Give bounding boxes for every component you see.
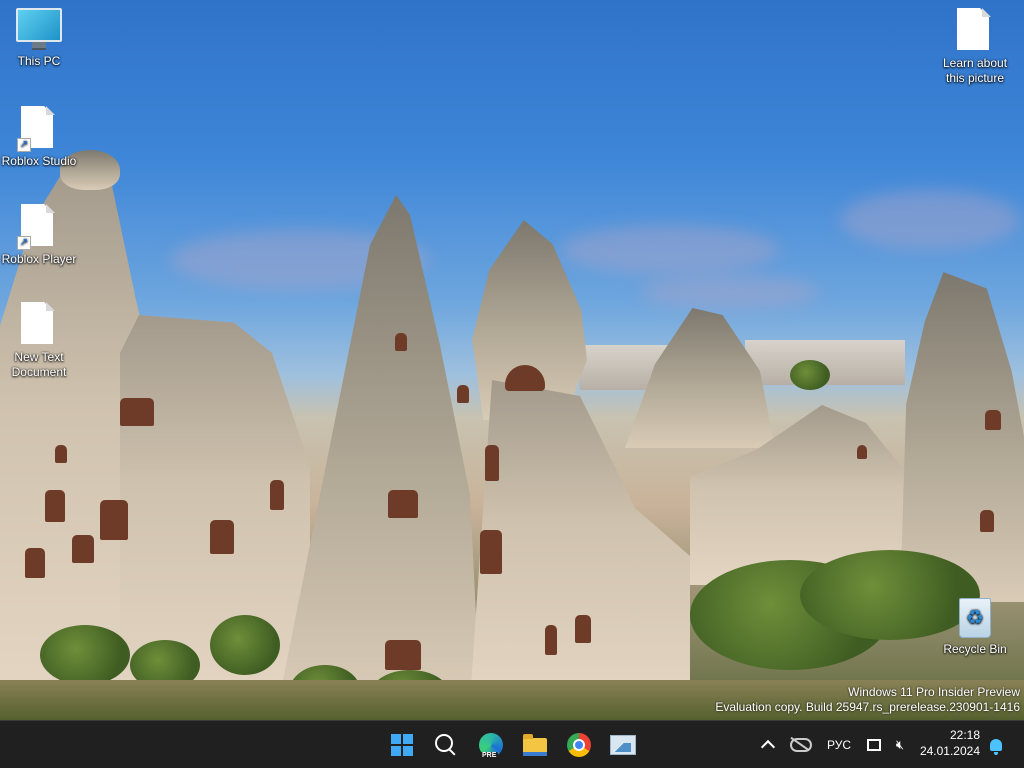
search-icon [435, 734, 453, 752]
show-hidden-icons-button[interactable] [758, 721, 778, 769]
wallpaper-cave-window [270, 480, 284, 510]
wallpaper-cave-window [985, 410, 1001, 430]
shortcut-arrow-icon: ↗ [17, 138, 31, 152]
desktop-icon-learn-about-picture[interactable]: Learn about this picture [936, 8, 1014, 86]
clock-time: 22:18 [949, 728, 980, 742]
wallpaper-cave-window [545, 625, 557, 655]
desktop-icon-label: This PC [17, 54, 61, 68]
wallpaper-cave-window [480, 530, 502, 574]
language-indicator: РУС [826, 738, 852, 752]
input-language-button[interactable]: РУС [822, 721, 856, 769]
taskbar-app-photos[interactable] [607, 729, 639, 761]
watermark-line-1: Windows 11 Pro Insider Preview [848, 685, 1020, 699]
wallpaper-cave-window [388, 490, 418, 518]
wallpaper-cave-window [72, 535, 94, 563]
chrome-icon [567, 733, 591, 757]
wallpaper-cave-window [120, 398, 154, 426]
onedrive-tray-button[interactable] [788, 721, 814, 769]
text-file-icon [21, 302, 57, 346]
photos-icon [610, 735, 636, 755]
desktop-icon-roblox-studio[interactable]: ↗ Roblox Studio [0, 106, 78, 169]
wallpaper-cave-window [485, 445, 499, 481]
desktop-icon-label: Learn about this picture [942, 56, 1008, 85]
volume-muted-icon: 🔇︎ [895, 737, 905, 753]
edge-icon: PRE [479, 733, 503, 760]
desktop-icon-this-pc[interactable]: This PC [0, 8, 78, 69]
clock-button[interactable]: 22:18 24.01.2024 [920, 727, 980, 759]
wallpaper-vegetation [210, 615, 280, 675]
desktop-icon-new-text-document[interactable]: New Text Document [0, 302, 78, 380]
wallpaper-cloud [640, 275, 820, 310]
taskbar: PRE РУС 🔇︎ 22:18 24.01.2024 [0, 720, 1024, 768]
computer-icon [16, 8, 62, 42]
volume-tray-button[interactable]: 🔇︎ [890, 721, 910, 769]
evaluation-watermark: Windows 11 Pro Insider Preview Evaluatio… [715, 685, 1020, 715]
wallpaper-cloud [840, 190, 1020, 250]
file-shortcut-icon: ↗ [17, 106, 57, 152]
notifications-button[interactable] [986, 721, 1006, 769]
file-icon [957, 8, 993, 52]
desktop-icon-label: Roblox Player [1, 252, 77, 266]
wallpaper-cave-window [210, 520, 234, 554]
wallpaper-cave-window [55, 445, 67, 463]
bell-icon [990, 739, 1002, 755]
edge-pre-badge: PRE [480, 752, 499, 760]
recycle-bin-icon: ♻ [959, 598, 991, 638]
wallpaper-cave-window [25, 548, 45, 578]
taskbar-app-chrome[interactable] [563, 729, 595, 761]
wallpaper-cave-window [385, 640, 421, 670]
taskbar-app-file-explorer[interactable] [519, 729, 551, 761]
wallpaper-cave-window [575, 615, 591, 643]
cloud-off-icon [790, 738, 812, 752]
desktop-icon-recycle-bin[interactable]: ♻ Recycle Bin [936, 598, 1014, 657]
wallpaper-vegetation [790, 360, 830, 390]
watermark-line-2: Evaluation copy. Build 25947.rs_prerelea… [715, 700, 1020, 714]
wallpaper-cave-window [45, 490, 65, 522]
chevron-up-icon [760, 739, 776, 755]
clock-date: 24.01.2024 [919, 744, 980, 758]
windows-logo-icon [391, 734, 413, 756]
network-tray-button[interactable] [864, 721, 884, 769]
wallpaper-cave-window [980, 510, 994, 532]
wallpaper-cave-window [395, 333, 407, 351]
search-button[interactable] [430, 729, 462, 761]
file-shortcut-icon: ↗ [17, 204, 57, 250]
wallpaper-cave-window [457, 385, 469, 403]
network-icon [867, 739, 881, 751]
start-button[interactable] [386, 729, 418, 761]
computer-stand [32, 42, 46, 50]
taskbar-app-edge-preview[interactable]: PRE [475, 729, 507, 761]
desktop[interactable]: This PC ↗ Roblox Studio ↗ Roblox Player … [0, 0, 1024, 720]
desktop-icon-label: New Text Document [11, 350, 67, 379]
desktop-icon-label: Roblox Studio [1, 154, 77, 168]
desktop-icon-label: Recycle Bin [943, 642, 1007, 656]
wallpaper-vegetation [40, 625, 130, 685]
wallpaper-cave-window [857, 445, 867, 459]
folder-icon [523, 734, 547, 756]
desktop-icon-roblox-player[interactable]: ↗ Roblox Player [0, 204, 78, 267]
shortcut-arrow-icon: ↗ [17, 236, 31, 250]
wallpaper-cave-window [100, 500, 128, 540]
wallpaper-cloud [560, 225, 780, 275]
